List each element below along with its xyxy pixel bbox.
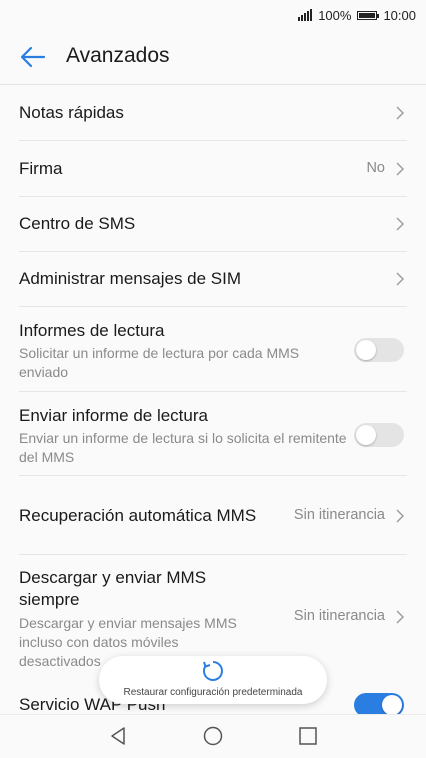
setting-administrar-sim[interactable]: Administrar mensajes de SIM [19,252,407,307]
toggle-enviar-informe[interactable] [354,423,404,447]
setting-firma[interactable]: Firma No [19,141,407,197]
status-bar: 100% 10:00 [0,0,426,30]
restore-defaults-toast: Restaurar configuración predeterminada [99,656,327,704]
setting-label: Enviar informe de lectura [19,406,208,425]
setting-description: Solicitar un informe de lectura por cada… [19,345,300,380]
navigation-bar [0,714,426,758]
clock: 10:00 [383,7,416,23]
circle-home-icon[interactable] [202,725,224,747]
chevron-right-icon [396,217,404,231]
app-header: Avanzados [0,30,426,85]
chevron-right-icon [396,272,404,286]
square-recent-icon[interactable] [297,725,319,747]
setting-value: Sin itinerancia [293,608,385,624]
setting-recuperacion-mms[interactable]: Recuperación automática MMS Sin itineran… [19,476,407,555]
toggle-knob [382,695,402,715]
chevron-right-icon [396,106,404,120]
setting-informes-lectura[interactable]: Informes de lectura Solicitar un informe… [19,307,407,392]
signal-icon [298,9,313,21]
page-title: Avanzados [66,44,170,67]
setting-enviar-informe[interactable]: Enviar informe de lectura Enviar un info… [19,392,407,476]
setting-label: Centro de SMS [19,214,136,233]
settings-list: Notas rápidas Firma No Centro de SMS Adm… [0,85,426,723]
setting-notas-rapidas[interactable]: Notas rápidas [19,85,407,141]
chevron-right-icon [396,162,404,176]
battery-icon [357,10,380,20]
chevron-right-icon [396,509,404,523]
setting-centro-sms[interactable]: Centro de SMS [19,197,407,252]
toast-message: Restaurar configuración predeterminada [123,687,303,698]
setting-label: Administrar mensajes de SIM [19,269,242,288]
chevron-right-icon [396,610,404,624]
setting-label: Informes de lectura [19,321,165,340]
battery-percent: 100% [318,7,352,23]
setting-value: No [366,160,385,176]
setting-label: Recuperación automática MMS [19,506,257,525]
toggle-knob [356,340,376,360]
toggle-knob [356,425,376,445]
toggle-informes-lectura[interactable] [354,338,404,362]
setting-label: Descargar y enviar MMS siempre [19,568,207,609]
refresh-icon [203,661,223,681]
setting-description: Enviar un informe de lectura si lo solic… [19,430,347,465]
setting-label: Firma [19,159,63,178]
setting-value: Sin itinerancia [293,507,385,523]
arrow-left-icon[interactable] [20,46,46,68]
triangle-back-icon[interactable] [107,725,129,747]
setting-label: Notas rápidas [19,103,124,122]
